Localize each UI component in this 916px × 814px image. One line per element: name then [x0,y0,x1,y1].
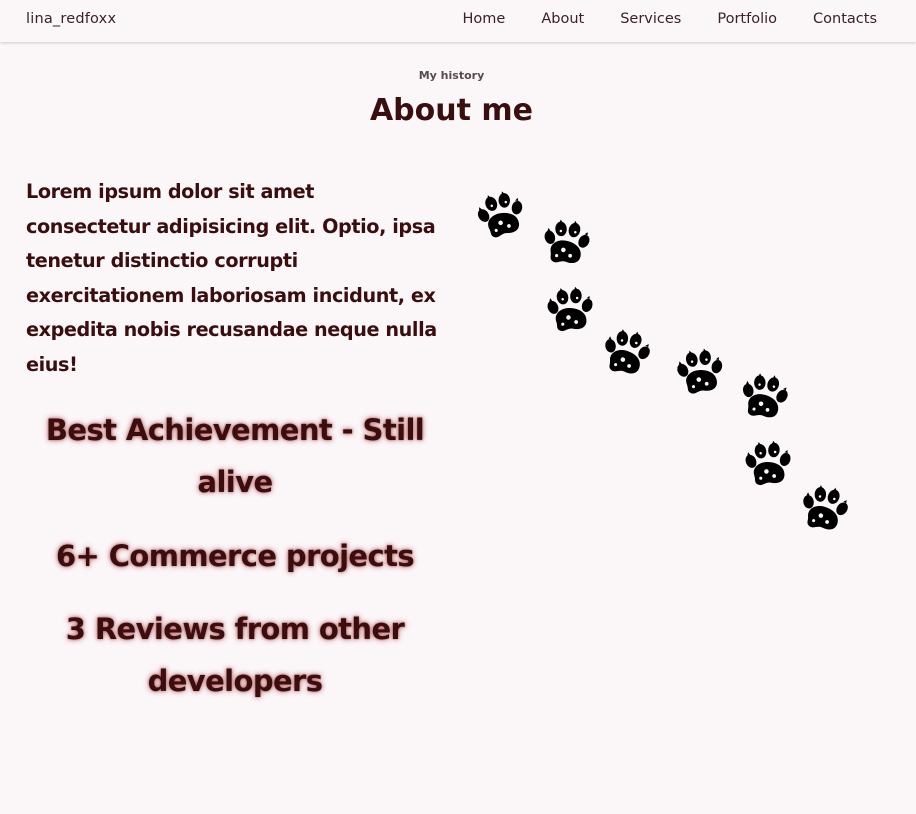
nav-link-home[interactable]: Home [463,11,506,27]
nav-link-services[interactable]: Services [620,11,681,27]
paw-print-icon [471,186,531,242]
nav-links: Home About Services Portfolio Contacts [463,11,877,27]
navbar: lina_redfoxx Home About Services Portfol… [0,0,916,42]
paw-print-icon [797,482,853,534]
paw-print-icon [599,326,655,378]
paw-print-icon [544,285,597,333]
paw-print-icon [737,370,793,421]
site-logo[interactable]: lina_redfoxx [26,11,116,27]
paw-print-icon [540,218,594,266]
page-title: About me [369,93,534,128]
paw-print-icon [673,346,728,396]
bio-text: Lorem ipsum dolor sit amet consectetur a… [26,180,437,376]
stat-reviews: 3 Reviews from other developers [65,612,405,698]
nav-link-portfolio[interactable]: Portfolio [717,11,777,27]
paw-print-icon [742,439,795,487]
nav-link-contacts[interactable]: Contacts [813,11,877,27]
section-eyebrow: My history [418,69,485,82]
stat-best-achievement: Best Achievement - Still alive [45,413,425,499]
nav-link-about[interactable]: About [541,11,584,27]
stat-commerce-projects: 6+ Commerce projects [55,539,415,573]
